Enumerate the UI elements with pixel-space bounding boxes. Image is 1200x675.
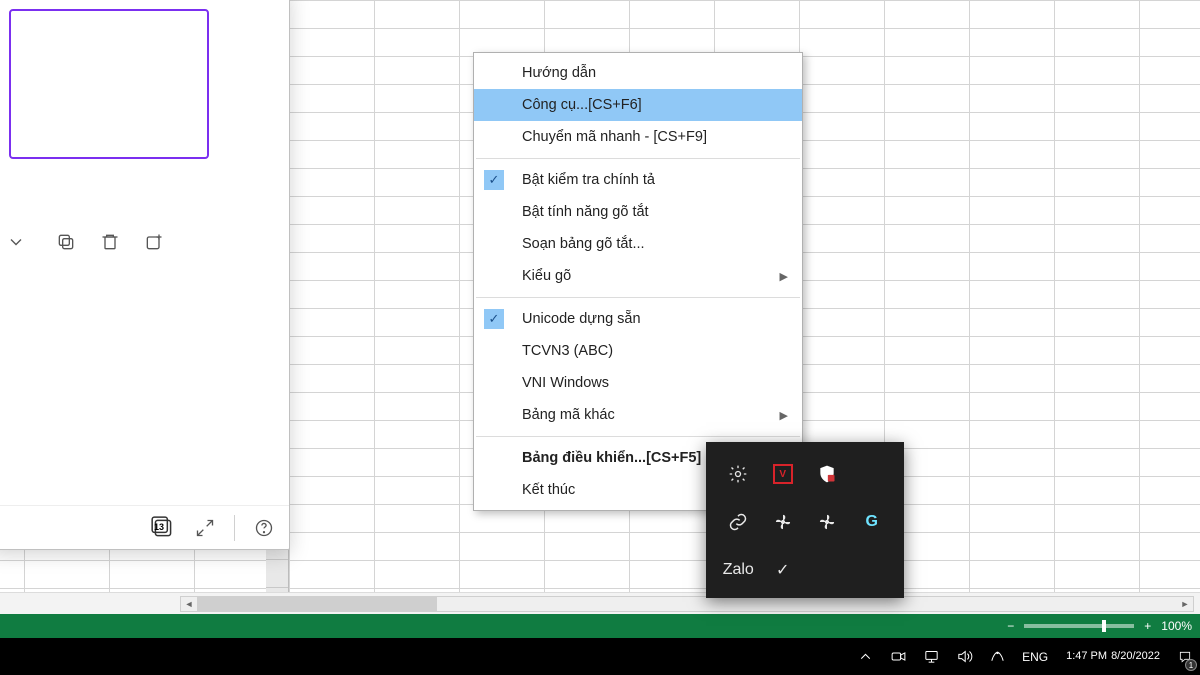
- help-icon[interactable]: [253, 517, 275, 539]
- menu-item[interactable]: ✓ Bật kiểm tra chính tả: [474, 164, 802, 196]
- tray-overflow-button[interactable]: [849, 638, 882, 675]
- menu-item[interactable]: Hướng dẫn: [474, 57, 802, 89]
- chevron-down-icon[interactable]: [5, 231, 27, 253]
- defender-tray-icon[interactable]: [807, 452, 848, 496]
- menu-item-label: Bật kiểm tra chính tả: [522, 172, 655, 188]
- menu-item-label: Kiểu gõ: [522, 268, 571, 284]
- volume-icon[interactable]: [948, 638, 981, 675]
- menu-item-label: Bảng mã khác: [522, 407, 615, 423]
- menu-item-label: VNI Windows: [522, 375, 609, 391]
- fan2-tray-icon[interactable]: [807, 500, 848, 544]
- menu-item-label: Bật tính năng gõ tắt: [522, 204, 649, 220]
- menu-item-label: Unicode dựng sẵn: [522, 311, 641, 327]
- scroll-track[interactable]: [197, 597, 1177, 611]
- panel-toolbar: [0, 221, 289, 263]
- tray-overflow-popup[interactable]: V G Zalo ✓: [706, 442, 904, 598]
- unikey-tray-icon[interactable]: V: [763, 452, 804, 496]
- menu-item-label: Soạn bảng gõ tắt...: [522, 236, 645, 252]
- menu-item-label: Kết thúc: [522, 482, 575, 498]
- trash-icon[interactable]: [99, 231, 121, 253]
- slide-number-label: 13: [154, 522, 164, 532]
- windows-taskbar[interactable]: ENG 1:47 PM 8/20/2022 1: [0, 638, 1200, 675]
- menu-item-label: Bảng điều khiển...[CS+F5]: [522, 450, 701, 466]
- check-icon: ✓: [484, 170, 504, 190]
- time-label: 1:47 PM: [1066, 650, 1107, 663]
- notifications-button[interactable]: 1: [1170, 638, 1200, 675]
- zalo-tray-icon[interactable]: Zalo: [718, 548, 759, 592]
- fullscreen-icon[interactable]: [194, 517, 216, 539]
- garena-tray-icon[interactable]: [852, 452, 893, 496]
- menu-item[interactable]: Bật tính năng gõ tắt: [474, 196, 802, 228]
- menu-item[interactable]: Soạn bảng gõ tắt...: [474, 228, 802, 260]
- zoom-out-button[interactable]: −: [1007, 619, 1014, 633]
- zoom-control[interactable]: − + 100%: [1007, 619, 1192, 633]
- zoom-in-button[interactable]: +: [1144, 619, 1151, 633]
- notification-badge: 1: [1185, 659, 1197, 671]
- menu-item[interactable]: TCVN3 (ABC): [474, 335, 802, 367]
- divider: [234, 515, 235, 541]
- menu-item[interactable]: Bảng mã khác ▶: [474, 399, 802, 431]
- fan1-tray-icon[interactable]: [763, 500, 804, 544]
- green-check-tray-icon[interactable]: ✓: [763, 548, 804, 592]
- menu-separator: [476, 297, 800, 298]
- menu-item[interactable]: Chuyển mã nhanh - [CS+F9]: [474, 121, 802, 153]
- menu-item-label: TCVN3 (ABC): [522, 343, 613, 359]
- sheet-scroll-row: ◄ ►: [0, 592, 1200, 614]
- slide-count[interactable]: 13: [150, 515, 176, 541]
- scroll-thumb[interactable]: [197, 597, 437, 611]
- clock[interactable]: 1:47 PM 8/20/2022: [1056, 638, 1170, 675]
- menu-item-label: Công cụ...[CS+F6]: [522, 97, 642, 113]
- excel-status-bar: − + 100%: [0, 614, 1200, 638]
- meet-now-icon[interactable]: [882, 638, 915, 675]
- menu-item[interactable]: Công cụ...[CS+F6]: [474, 89, 802, 121]
- menu-separator: [476, 158, 800, 159]
- menu-separator: [476, 436, 800, 437]
- new-tab-icon[interactable]: [143, 231, 165, 253]
- language-indicator[interactable]: ENG: [1014, 638, 1056, 675]
- menu-item[interactable]: ✓ Unicode dựng sẵn: [474, 303, 802, 335]
- date-label: 8/20/2022: [1111, 650, 1160, 663]
- horizontal-scrollbar[interactable]: ◄ ►: [180, 596, 1194, 612]
- sheet-tabs-area[interactable]: [0, 593, 180, 614]
- menu-item-label: Hướng dẫn: [522, 65, 596, 81]
- menu-item-label: Chuyển mã nhanh - [CS+F9]: [522, 129, 707, 145]
- menu-item[interactable]: Kiểu gõ ▶: [474, 260, 802, 292]
- submenu-arrow-icon: ▶: [780, 270, 788, 283]
- submenu-arrow-icon: ▶: [780, 409, 788, 422]
- selected-shape[interactable]: [9, 9, 209, 159]
- settings-tray-icon[interactable]: [718, 452, 759, 496]
- link-tray-icon[interactable]: [718, 500, 759, 544]
- scroll-left-arrow[interactable]: ◄: [181, 597, 197, 611]
- language-label: ENG: [1022, 650, 1048, 664]
- copy-icon[interactable]: [55, 231, 77, 253]
- scroll-right-arrow[interactable]: ►: [1177, 597, 1193, 611]
- ime-icon[interactable]: [981, 638, 1014, 675]
- logitech-tray-icon[interactable]: G: [852, 500, 893, 544]
- side-panel: 13: [0, 0, 290, 550]
- panel-footer: 13: [0, 505, 289, 549]
- zoom-percent[interactable]: 100%: [1161, 619, 1192, 633]
- menu-item[interactable]: VNI Windows: [474, 367, 802, 399]
- check-icon: ✓: [484, 309, 504, 329]
- zoom-slider[interactable]: [1024, 624, 1134, 628]
- network-icon[interactable]: [915, 638, 948, 675]
